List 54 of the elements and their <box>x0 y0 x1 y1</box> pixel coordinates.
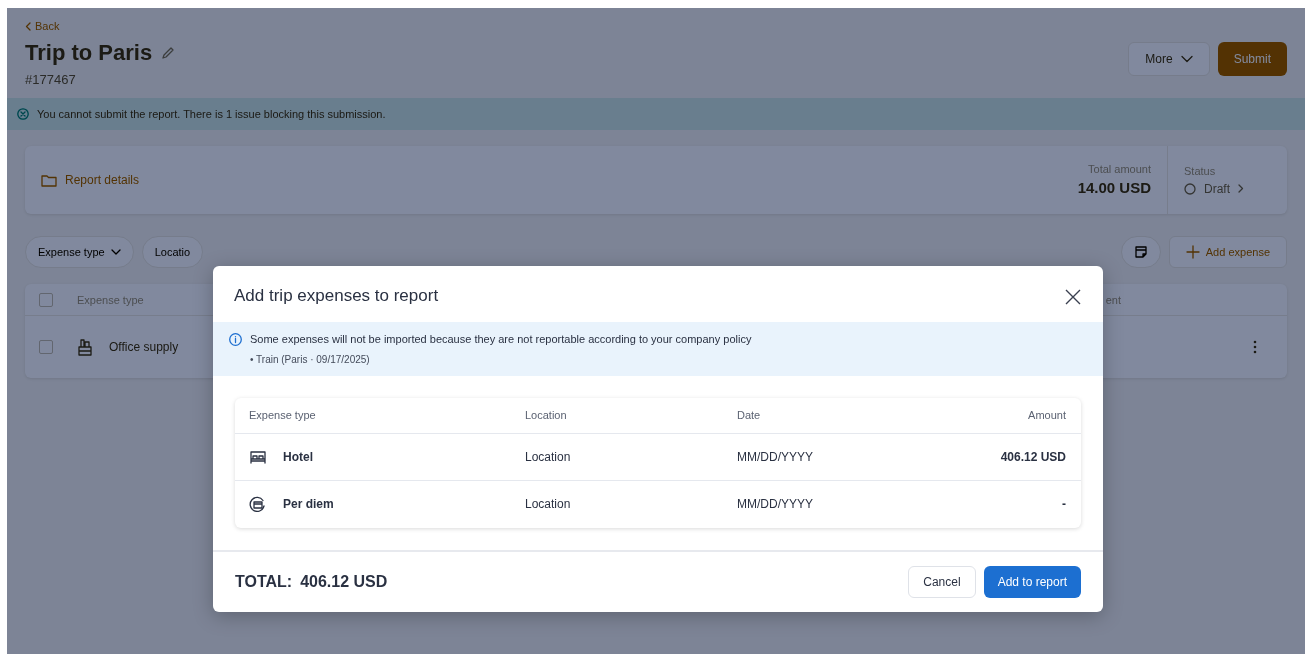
column-header: Location <box>525 407 568 423</box>
report-id: #177467 <box>25 71 77 90</box>
status-link[interactable]: Draft <box>1184 179 1287 198</box>
column-header: Expense type <box>248 407 317 423</box>
total-amount-label: Total amount <box>1087 161 1151 177</box>
back-link[interactable]: Back <box>25 18 60 35</box>
bed-icon <box>249 448 267 465</box>
column-header: Expense type <box>77 292 144 308</box>
row-checkbox[interactable] <box>39 340 53 355</box>
info-icon <box>229 332 242 346</box>
error-message: You cannot submit the report. There is 1 issue blocking this submission. <box>37 106 386 122</box>
filter-chip[interactable]: Expense type <box>25 236 134 269</box>
report-details-link[interactable]: Report details <box>41 171 140 190</box>
date-cell: MM/DD/YYYY <box>737 497 813 511</box>
more-dropdown[interactable]: More <box>1128 42 1210 76</box>
status-label: Status <box>1184 164 1217 180</box>
column-header: Amount <box>1027 407 1067 423</box>
modal-title: Add trip expenses to report <box>234 285 439 307</box>
total-label: TOTAL: <box>235 571 293 592</box>
note-icon <box>1133 245 1148 260</box>
add-expense-button[interactable]: Add expense <box>1168 236 1287 269</box>
folder-icon <box>41 173 57 187</box>
plus-icon <box>1185 245 1200 260</box>
submit-button[interactable]: Submit <box>1217 42 1287 76</box>
column-header: Date <box>737 407 762 423</box>
amount-cell: - <box>1062 497 1066 511</box>
cancel-button[interactable]: Cancel <box>908 565 976 598</box>
close-icon <box>1065 288 1081 305</box>
expense-type: Hotel <box>283 448 313 466</box>
amount-cell: 406.12 USD <box>1000 449 1066 464</box>
select-all-checkbox[interactable] <box>39 292 53 307</box>
column-header: ent <box>1105 292 1121 308</box>
filter-chip[interactable]: Locatio <box>141 236 204 269</box>
expense-type: Office supply <box>109 339 179 357</box>
location-cell: Location <box>525 497 571 511</box>
note-button[interactable] <box>1120 236 1161 269</box>
total-amount: 406.12 USD <box>300 571 388 592</box>
error-icon <box>17 108 29 121</box>
total-amount: 14.00 USD <box>1077 178 1151 199</box>
expense-type: Per diem <box>283 496 334 513</box>
kebab-menu-icon[interactable] <box>1253 340 1257 355</box>
report-title: Trip to Paris <box>25 40 153 67</box>
coin-card-icon <box>249 496 267 512</box>
date-cell: MM/DD/YYYY <box>737 449 813 464</box>
add-to-report-button[interactable]: Add to report <box>983 565 1081 598</box>
chevron-right-icon <box>1238 184 1244 194</box>
excluded-item: • Train (Paris · 09/17/2025) <box>250 352 371 367</box>
chevron-down-icon <box>1180 55 1193 63</box>
notice-message: Some expenses will not be imported because they are not reportable according to your company policy <box>250 332 752 347</box>
location-cell: Location <box>525 449 571 464</box>
circle-icon <box>1184 182 1196 195</box>
chevron-left-icon <box>25 22 31 31</box>
desk-organizer-icon <box>77 338 93 357</box>
chevron-down-icon <box>110 249 121 256</box>
